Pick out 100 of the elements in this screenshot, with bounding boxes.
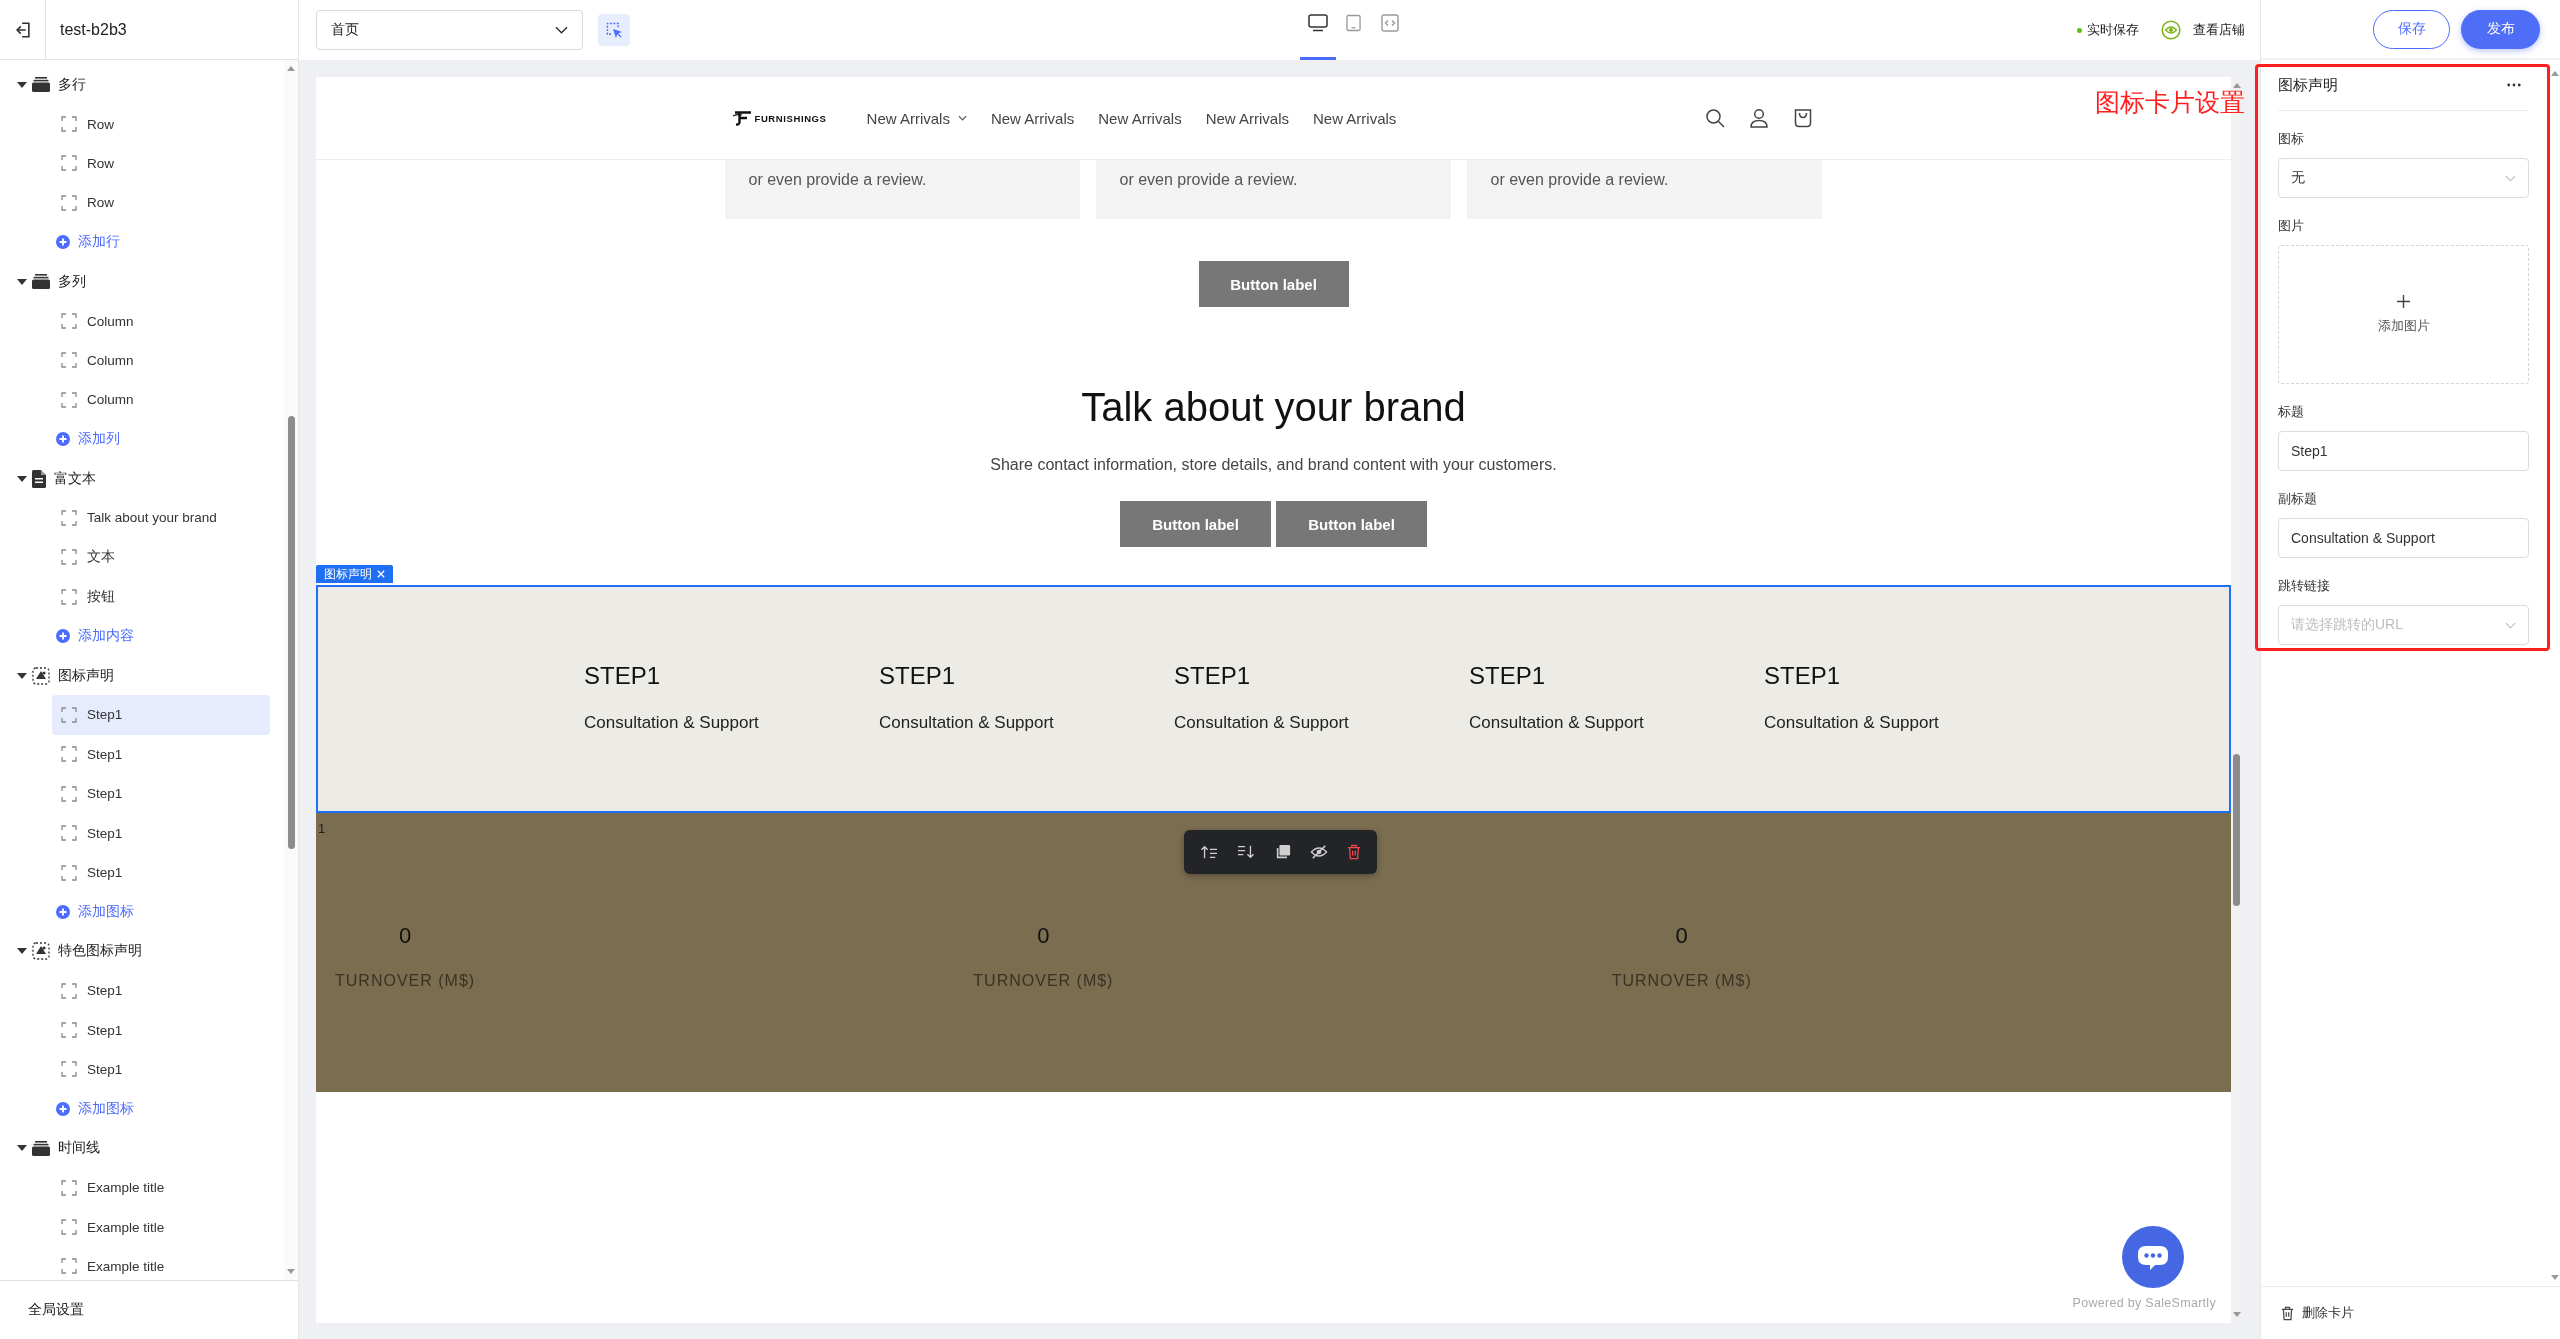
tree-item[interactable]: Step1 xyxy=(52,774,270,814)
caret-icon[interactable] xyxy=(17,81,27,88)
add-link[interactable]: 添加列 xyxy=(0,419,284,459)
chevron-down-icon xyxy=(2505,174,2516,182)
section-tag[interactable]: 图标声明 xyxy=(316,565,393,583)
image-upload-area[interactable]: 添加图片 xyxy=(2278,245,2529,384)
field-label: 跳转链接 xyxy=(2278,577,2330,595)
text-input[interactable]: Step1 xyxy=(2278,431,2529,471)
add-link[interactable]: 添加图标 xyxy=(0,1089,284,1129)
icon-cards-section[interactable]: STEP1 Consultation & Support STEP1 Consultation & Support STEP1 Consultation & Support STEP1 Consultation & Support STEP1 Consultation & Support xyxy=(316,585,2231,813)
nav-link[interactable]: New Arrivals xyxy=(866,109,967,127)
stack-icon xyxy=(32,77,50,93)
nav-link[interactable]: New Arrivals xyxy=(990,109,1075,127)
frame-corners-icon xyxy=(61,1219,77,1235)
tree-item[interactable]: Step1 xyxy=(52,852,270,893)
tablet-icon xyxy=(1346,14,1361,32)
tree-group[interactable]: 多行 xyxy=(0,65,284,105)
section-heading: Talk about your brand xyxy=(1080,384,1467,431)
tree-item[interactable]: Example title xyxy=(52,1246,270,1287)
frame-corners-icon xyxy=(61,549,77,566)
tree-group[interactable]: 图标声明 xyxy=(0,655,284,696)
tree-group[interactable]: 富文本 xyxy=(0,458,284,499)
caret-icon[interactable] xyxy=(17,278,27,285)
nav-link[interactable]: New Arrivals xyxy=(1205,109,1289,127)
tree-item[interactable]: 按钮 xyxy=(52,577,270,617)
scroll-up-icon[interactable] xyxy=(2551,71,2559,76)
save-button[interactable]: 保存 xyxy=(2373,9,2450,49)
caret-icon[interactable] xyxy=(17,948,27,955)
delete-card-button[interactable]: 删除卡片 xyxy=(2281,1304,2354,1322)
bag-icon[interactable] xyxy=(1792,108,1813,128)
tree-item[interactable]: Step1 xyxy=(52,1049,270,1090)
exit-icon[interactable] xyxy=(13,20,32,39)
tree-item[interactable]: Talk about your brand xyxy=(52,498,270,538)
step-subtitle: Consultation & Support xyxy=(584,712,759,734)
tree-item[interactable]: Step1 xyxy=(52,734,270,775)
tree-item[interactable]: Example title xyxy=(52,1207,270,1247)
tree-item[interactable]: Column xyxy=(52,380,270,420)
tree-item[interactable]: Column xyxy=(52,301,270,341)
cta-button[interactable]: Button label xyxy=(1120,501,1271,547)
nav-link[interactable]: New Arrivals xyxy=(1098,109,1182,127)
frame-corners-icon xyxy=(61,352,77,369)
scroll-down-icon[interactable] xyxy=(287,1269,295,1274)
add-icon xyxy=(56,904,70,919)
add-icon xyxy=(56,1101,70,1116)
add-link[interactable]: 添加内容 xyxy=(0,616,284,656)
select-field[interactable]: 无 xyxy=(2278,158,2529,198)
chevron-down-icon xyxy=(555,26,568,34)
tree-item[interactable]: Example title xyxy=(52,1167,270,1208)
text-input[interactable]: Consultation & Support xyxy=(2278,518,2529,558)
more-icon[interactable] xyxy=(2507,83,2521,87)
tree-item[interactable]: 文本 xyxy=(52,537,270,578)
tree-item[interactable]: Step1 xyxy=(52,1010,270,1050)
cta-button[interactable]: Button label xyxy=(1198,261,1349,307)
step-title: STEP1 xyxy=(879,662,956,690)
add-link[interactable]: 添加图标 xyxy=(0,892,284,932)
scroll-up-icon[interactable] xyxy=(287,66,295,71)
pick-tool-button[interactable] xyxy=(598,14,630,46)
global-settings-link[interactable]: 全局设置 xyxy=(28,1301,84,1319)
copy-icon[interactable] xyxy=(1274,844,1291,860)
tree-group[interactable]: 时间线 xyxy=(0,1128,284,1168)
tree-item[interactable]: Step1 xyxy=(52,695,270,735)
tree-item[interactable]: Row xyxy=(52,104,270,144)
publish-button[interactable]: 发布 xyxy=(2461,9,2540,49)
tree-item[interactable]: Row xyxy=(52,183,270,223)
scrollbar[interactable] xyxy=(284,60,298,1280)
move-down-icon[interactable] xyxy=(1237,844,1256,860)
scroll-down-icon[interactable] xyxy=(2551,1275,2559,1280)
counter-value: 0 xyxy=(398,922,412,950)
chat-bubble-icon[interactable] xyxy=(2122,1226,2184,1288)
caret-icon[interactable] xyxy=(17,1145,27,1152)
page-select[interactable]: 首页 xyxy=(316,10,583,50)
step-subtitle: Consultation & Support xyxy=(879,712,1054,734)
scrollbar-thumb[interactable] xyxy=(2233,754,2240,906)
tree-group[interactable]: 多列 xyxy=(0,261,284,302)
scrollbar-thumb[interactable] xyxy=(287,416,295,849)
logo-text: FURNISHINGS xyxy=(754,112,827,124)
close-icon[interactable] xyxy=(377,570,385,578)
tree-item[interactable]: Row xyxy=(52,143,270,184)
nav-link[interactable]: New Arrivals xyxy=(1313,109,1397,127)
select-cursor-icon xyxy=(605,21,623,39)
tree-item[interactable]: Step1 xyxy=(52,971,270,1011)
step-title: STEP1 xyxy=(584,662,661,690)
tree-group[interactable]: 特色图标声明 xyxy=(0,931,284,971)
step-subtitle: Consultation & Support xyxy=(1174,712,1349,734)
cta-button[interactable]: Button label xyxy=(1276,501,1427,547)
search-icon[interactable] xyxy=(1704,108,1725,128)
user-icon[interactable] xyxy=(1748,108,1769,128)
tree-item[interactable]: Step1 xyxy=(52,813,270,853)
stack-icon xyxy=(32,274,50,290)
tree-item[interactable]: Column xyxy=(52,340,270,381)
eye-slash-icon[interactable] xyxy=(1309,844,1328,860)
frame-corners-icon xyxy=(61,313,77,330)
view-store-link[interactable]: 查看店铺 xyxy=(2161,20,2245,40)
caret-icon[interactable] xyxy=(17,475,27,482)
plus-icon xyxy=(2397,294,2410,308)
add-link[interactable]: 添加行 xyxy=(0,222,284,262)
caret-icon[interactable] xyxy=(17,672,27,679)
move-up-icon[interactable] xyxy=(1200,844,1218,860)
delete-icon[interactable] xyxy=(1347,844,1361,860)
status-dot-icon xyxy=(2077,27,2082,33)
